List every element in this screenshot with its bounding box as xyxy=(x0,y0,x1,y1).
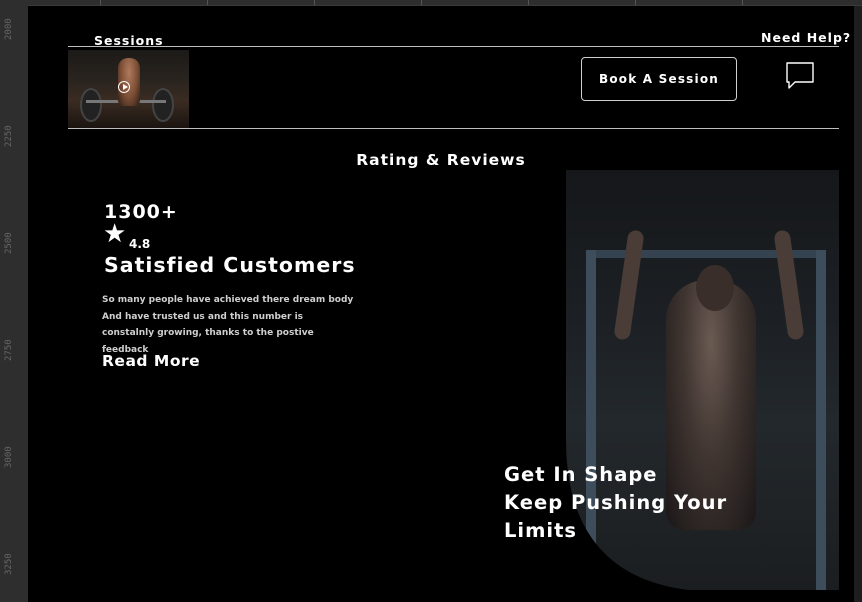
rack-post xyxy=(816,250,826,590)
hero-line: Limits xyxy=(504,519,578,542)
ruler-tick xyxy=(528,0,529,5)
ruler-mark: 2000 xyxy=(4,18,14,40)
ruler-tick xyxy=(314,0,315,5)
ruler-tick xyxy=(742,0,743,5)
satisfied-customers-heading: Satisfied Customers xyxy=(104,253,356,277)
play-icon[interactable] xyxy=(118,81,130,93)
artboard: Sessions Need Help? Book A Session Ratin… xyxy=(28,6,854,602)
bottom-divider xyxy=(68,128,839,129)
book-session-button[interactable]: Book A Session xyxy=(581,57,737,101)
ruler-tick xyxy=(207,0,208,5)
description-line: And have trusted us and this number is xyxy=(102,311,304,322)
hero-line: Keep Pushing Your xyxy=(504,491,728,514)
ruler-tick xyxy=(100,0,101,5)
rating-reviews-title: Rating & Reviews xyxy=(356,151,526,169)
weight-plate xyxy=(80,88,102,122)
weight-plate xyxy=(152,88,174,122)
need-help-label[interactable]: Need Help? xyxy=(761,30,851,45)
chat-bubble-icon[interactable] xyxy=(786,62,814,90)
ruler-mark: 3250 xyxy=(4,553,14,575)
hero-heading: Get In Shape Keep Pushing Your Limits xyxy=(504,461,727,545)
rating-value: 4.8 xyxy=(129,237,151,251)
read-more-link[interactable]: Read More xyxy=(102,352,200,370)
hero-line: Get In Shape xyxy=(504,463,658,486)
athlete-arm xyxy=(773,229,805,341)
top-divider xyxy=(68,46,839,47)
canvas-edge xyxy=(854,6,862,602)
ruler-mark: 3000 xyxy=(4,446,14,468)
star-icon: ★ xyxy=(103,219,127,249)
ruler-tick xyxy=(421,0,422,5)
description-line: So many people have achieved there dream… xyxy=(102,295,354,305)
ruler-mark: 2250 xyxy=(4,125,14,147)
ruler-mark: 2750 xyxy=(4,339,14,361)
athlete-arm xyxy=(613,229,645,341)
reviews-description: So many people have achieved there dream… xyxy=(102,292,362,358)
ruler-mark: 2500 xyxy=(4,232,14,254)
left-ruler: 2000 2250 2500 2750 3000 3250 xyxy=(0,0,28,602)
athlete-head xyxy=(696,265,734,311)
ruler-tick xyxy=(635,0,636,5)
session-video-thumbnail[interactable] xyxy=(68,50,189,128)
